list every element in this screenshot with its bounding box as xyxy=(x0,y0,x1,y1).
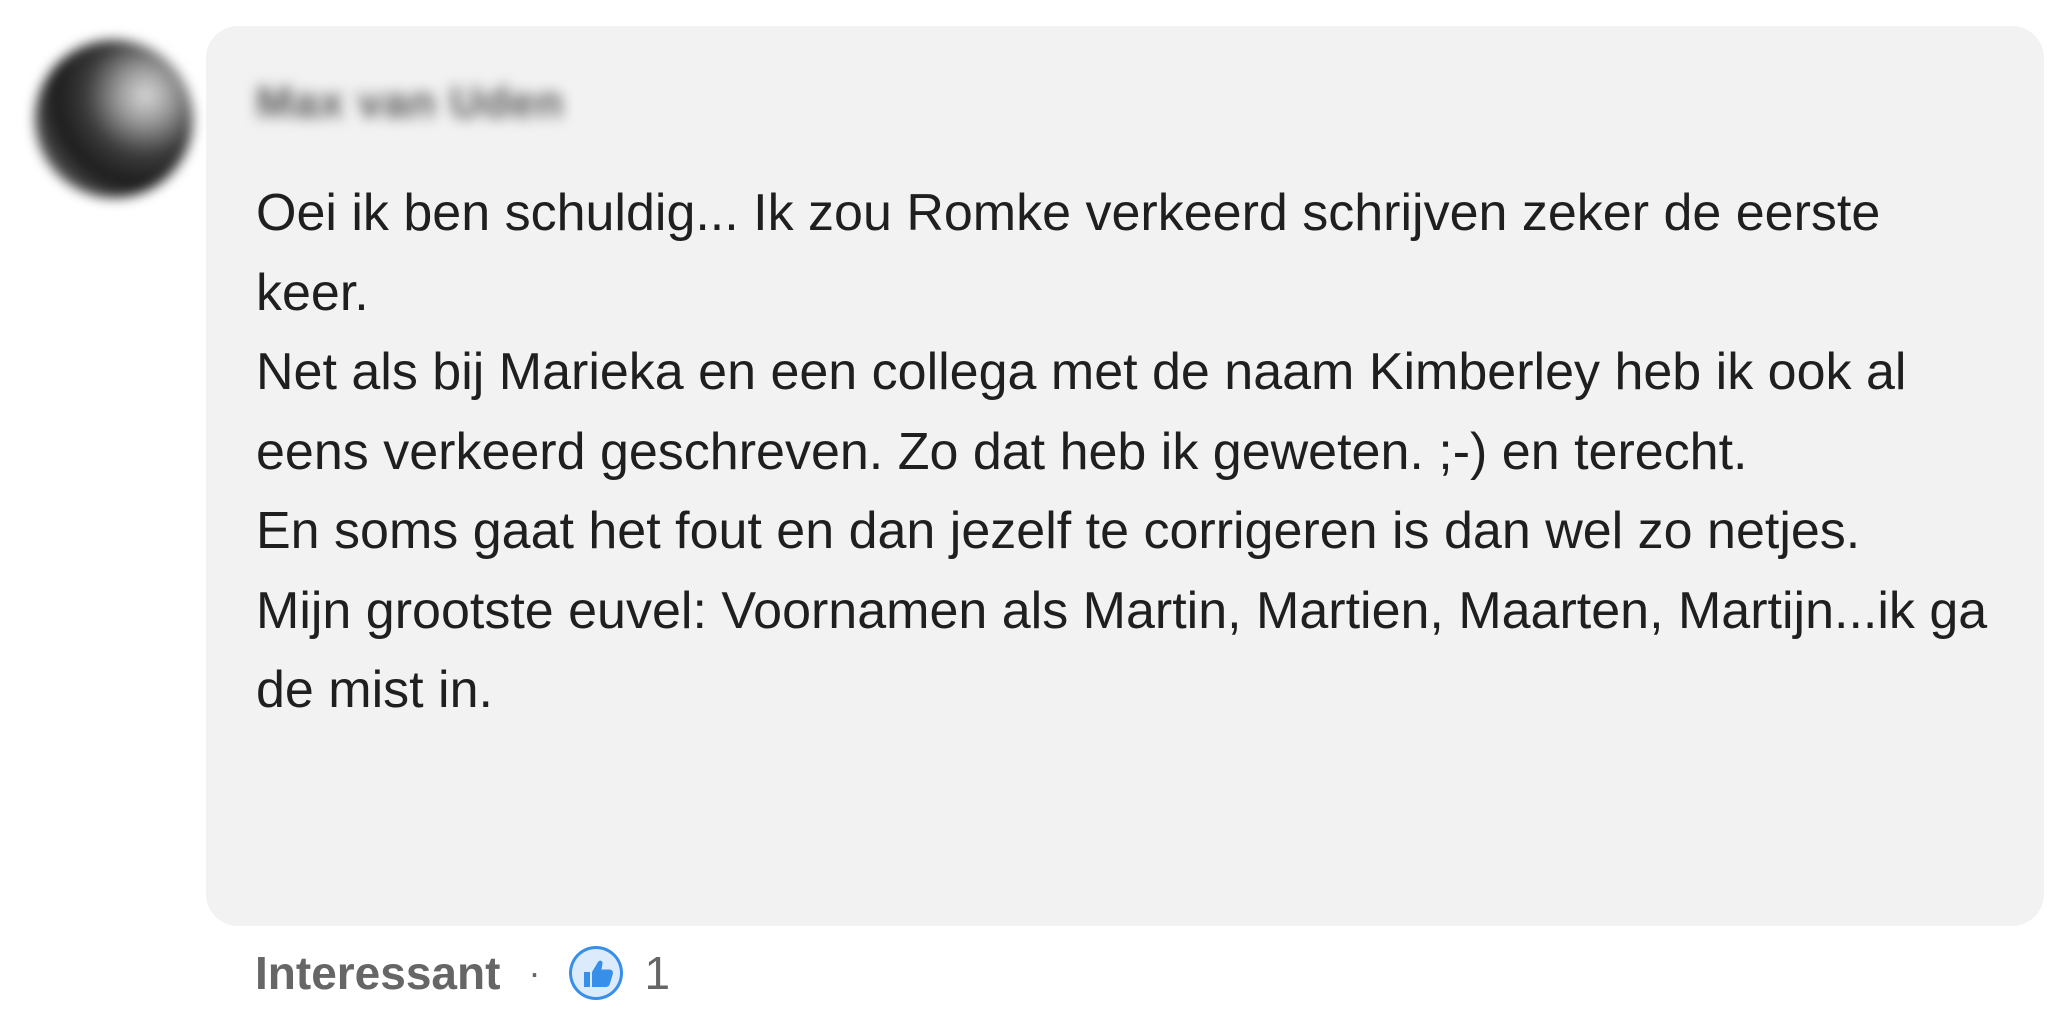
comment-paragraph: En soms gaat het fout en dan jezelf te c… xyxy=(256,502,1861,560)
reaction-count[interactable]: 1 xyxy=(644,946,670,1000)
separator-dot: · xyxy=(528,952,541,993)
comment-item: Max van Uden Oei ik ben schuldig... Ik z… xyxy=(0,0,2070,1011)
comment-paragraph: Net als bij Marieka en een collega met d… xyxy=(256,343,1907,481)
avatar[interactable] xyxy=(35,40,193,198)
comment-text: Oei ik ben schuldig... Ik zou Romke verk… xyxy=(256,174,2006,731)
thumbs-up-icon[interactable] xyxy=(568,945,624,1001)
comment-paragraph: Oei ik ben schuldig... Ik zou Romke verk… xyxy=(256,184,1881,322)
comment-bubble: Max van Uden Oei ik ben schuldig... Ik z… xyxy=(206,26,2044,926)
comment-paragraph: Mijn grootste euvel: Voornamen als Marti… xyxy=(256,581,1988,720)
comment-author-name[interactable]: Max van Uden xyxy=(256,78,564,128)
react-button[interactable]: Interessant xyxy=(255,946,500,1000)
comment-actions: Interessant · 1 xyxy=(255,940,670,1006)
